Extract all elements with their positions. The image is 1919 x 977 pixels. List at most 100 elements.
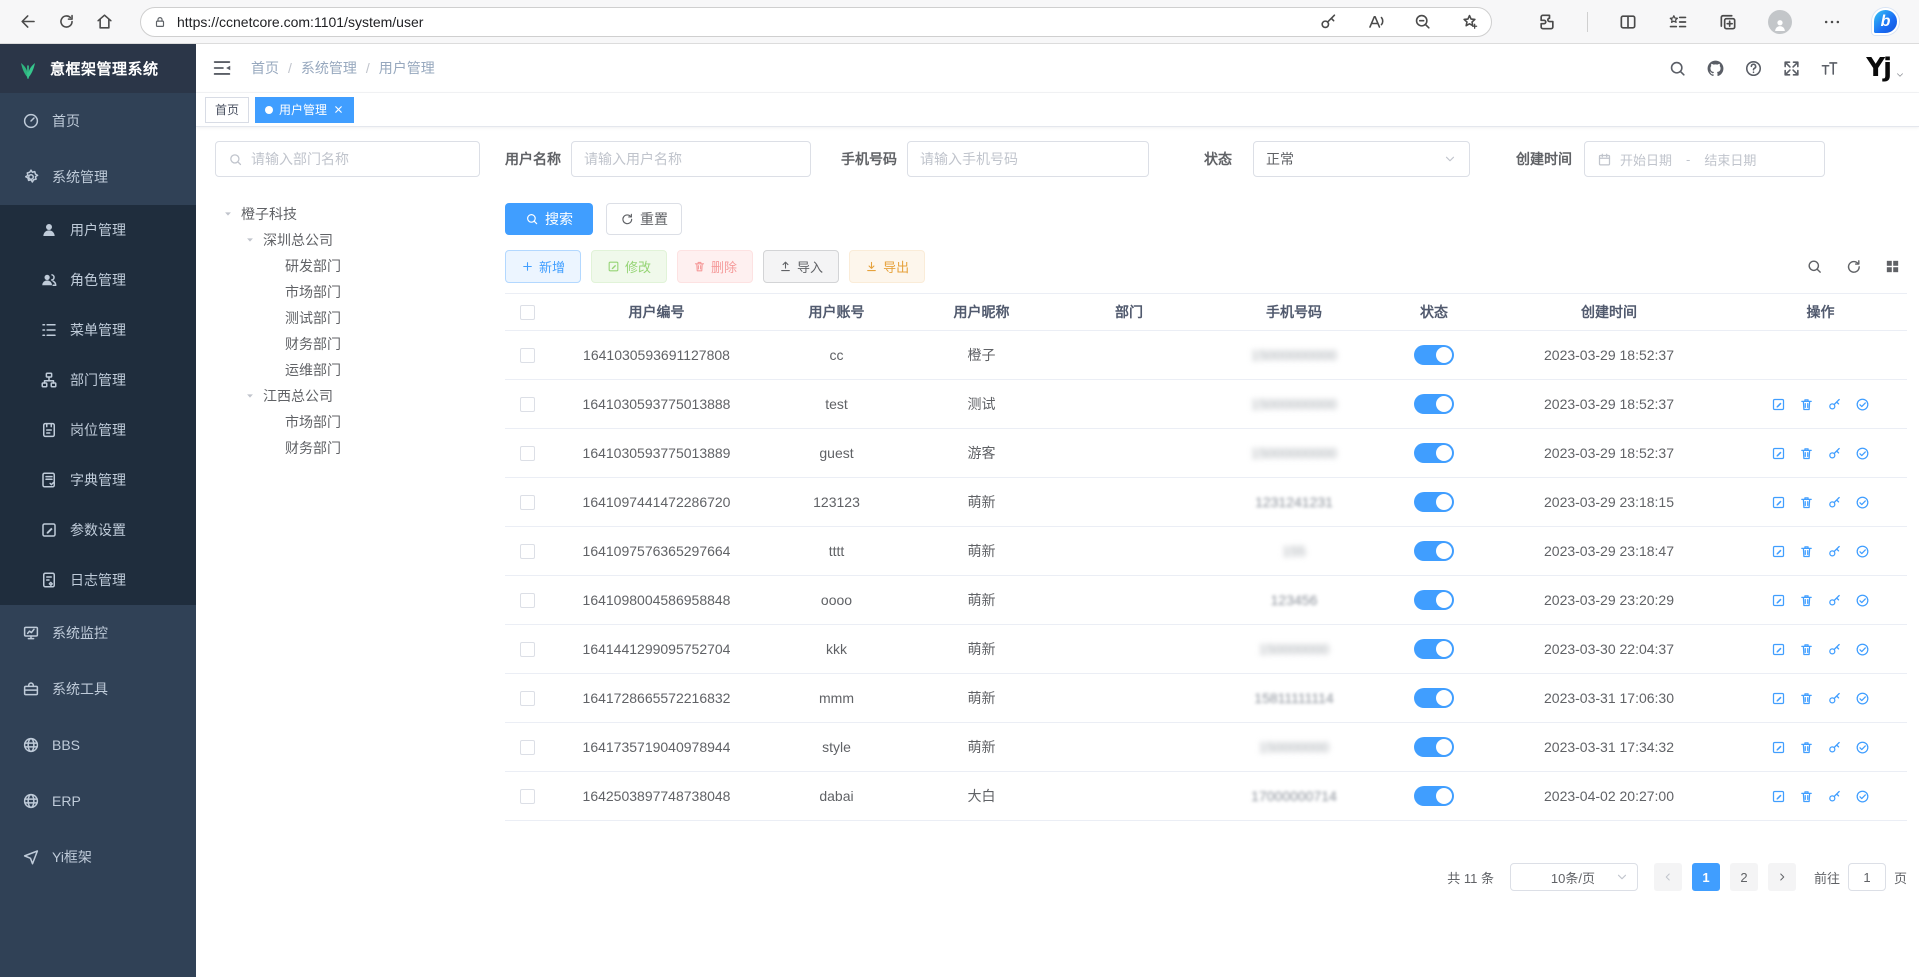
reset-password-key-icon[interactable] [1827,593,1842,608]
tree-node[interactable]: 深圳总公司 [215,227,505,253]
sidebar-menu-item[interactable]: 用户管理 [0,205,196,255]
row-checkbox[interactable] [520,544,535,559]
browser-reload-button[interactable] [50,6,82,38]
page-size-select[interactable]: 10条/页 [1510,863,1638,891]
reset-button[interactable]: 重置 [606,203,682,235]
github-icon[interactable] [1706,59,1725,78]
trash-icon[interactable] [1799,495,1814,510]
password-key-icon[interactable] [1319,12,1338,31]
edit-icon[interactable] [1771,691,1786,706]
modify-button[interactable]: 修改 [591,250,667,283]
row-checkbox[interactable] [520,740,535,755]
tree-node[interactable]: 橙子科技 [215,201,505,227]
browser-more-icon[interactable] [1822,12,1842,32]
edit-icon[interactable] [1771,495,1786,510]
copilot-icon[interactable] [1872,8,1899,35]
select-all-checkbox[interactable] [520,305,535,320]
reset-password-key-icon[interactable] [1827,740,1842,755]
status-toggle[interactable] [1414,541,1454,561]
trash-icon[interactable] [1799,397,1814,412]
read-aloud-icon[interactable] [1366,12,1385,31]
caret-down-icon[interactable] [223,209,241,219]
next-page-button[interactable] [1768,863,1796,891]
search-button[interactable]: 搜索 [505,203,593,235]
status-toggle[interactable] [1414,688,1454,708]
tree-node[interactable]: 江西总公司 [215,383,505,409]
assign-role-check-icon[interactable] [1855,495,1870,510]
row-checkbox[interactable] [520,642,535,657]
browser-profile-avatar[interactable] [1768,10,1792,34]
phone-input[interactable] [907,141,1149,177]
sidebar-menu-item[interactable]: 角色管理 [0,255,196,305]
username-input[interactable] [571,141,811,177]
edit-icon[interactable] [1771,740,1786,755]
fullscreen-icon[interactable] [1782,59,1801,78]
column-grid-icon[interactable] [1884,258,1901,275]
split-screen-icon[interactable] [1618,12,1638,32]
assign-role-check-icon[interactable] [1855,446,1870,461]
close-icon[interactable] [333,104,344,115]
reset-password-key-icon[interactable] [1827,446,1842,461]
favorites-bar-icon[interactable] [1668,12,1688,32]
reset-password-key-icon[interactable] [1827,495,1842,510]
row-checkbox[interactable] [520,789,535,804]
tree-node[interactable]: 市场部门 [215,409,505,435]
breadcrumb-item[interactable]: 用户管理 [357,58,435,78]
trash-icon[interactable] [1799,789,1814,804]
sidebar-menu-item[interactable]: 首页 [0,93,196,149]
caret-down-icon[interactable] [245,391,263,401]
trash-icon[interactable] [1799,740,1814,755]
sidebar-menu-item[interactable]: 日志管理 [0,555,196,605]
row-checkbox[interactable] [520,691,535,706]
trash-icon[interactable] [1799,691,1814,706]
reset-password-key-icon[interactable] [1827,544,1842,559]
status-toggle[interactable] [1414,394,1454,414]
tag-tab[interactable]: 首页 [205,97,249,123]
sidebar-menu-item[interactable]: 系统工具 [0,661,196,717]
assign-role-check-icon[interactable] [1855,593,1870,608]
export-button[interactable]: 导出 [849,250,925,283]
address-bar[interactable]: https://ccnetcore.com:1101/system/user [140,7,1492,37]
phone-field[interactable] [920,151,1136,167]
sidebar-menu-item[interactable]: ERP [0,773,196,829]
browser-home-button[interactable] [88,6,120,38]
trash-icon[interactable] [1799,544,1814,559]
status-select[interactable]: 正常 [1253,141,1470,177]
breadcrumb-item[interactable]: 首页 [251,58,279,78]
edit-icon[interactable] [1771,642,1786,657]
page-number-button[interactable]: 1 [1692,863,1720,891]
assign-role-check-icon[interactable] [1855,789,1870,804]
goto-page-input[interactable] [1848,863,1886,891]
status-toggle[interactable] [1414,492,1454,512]
edit-icon[interactable] [1771,397,1786,412]
edit-icon[interactable] [1771,446,1786,461]
assign-role-check-icon[interactable] [1855,397,1870,412]
edit-icon[interactable] [1771,544,1786,559]
reset-password-key-icon[interactable] [1827,642,1842,657]
page-number-button[interactable]: 2 [1730,863,1758,891]
import-button[interactable]: 导入 [763,250,839,283]
tree-node[interactable]: 市场部门 [215,279,505,305]
edit-icon[interactable] [1771,789,1786,804]
extensions-icon[interactable] [1537,12,1557,32]
collections-icon[interactable] [1718,12,1738,32]
zoom-out-icon[interactable] [1413,12,1432,31]
refresh-icon[interactable] [1845,258,1862,275]
username-field[interactable] [584,151,798,167]
date-range-picker[interactable]: 开始日期 - 结束日期 [1584,141,1825,177]
tree-node[interactable]: 运维部门 [215,357,505,383]
sidebar-menu-item[interactable]: 系统监控 [0,605,196,661]
status-toggle[interactable] [1414,786,1454,806]
row-checkbox[interactable] [520,495,535,510]
add-button[interactable]: 新增 [505,250,581,283]
font-size-icon[interactable] [1820,59,1839,78]
trash-icon[interactable] [1799,593,1814,608]
lock-icon[interactable] [153,15,167,29]
caret-down-icon[interactable] [245,235,263,245]
status-toggle[interactable] [1414,345,1454,365]
status-toggle[interactable] [1414,639,1454,659]
sidebar-menu-item[interactable]: Yi框架 [0,829,196,885]
sidebar-menu-item[interactable]: 参数设置 [0,505,196,555]
breadcrumb-item[interactable]: 系统管理 [279,58,357,78]
reset-password-key-icon[interactable] [1827,397,1842,412]
